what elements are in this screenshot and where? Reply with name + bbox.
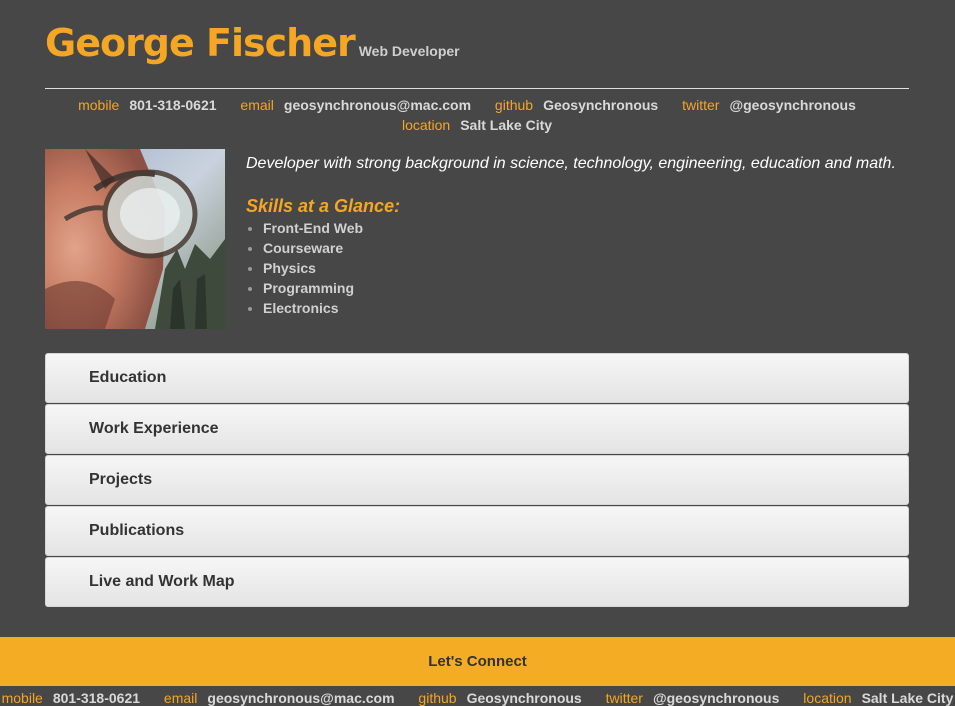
location-label: location bbox=[401, 117, 451, 133]
section-education[interactable]: Education bbox=[45, 353, 909, 403]
email-label: email bbox=[240, 97, 274, 113]
github-label: github bbox=[494, 97, 534, 113]
skill-item-electronics: Electronics bbox=[263, 298, 363, 318]
footer-mobile-value[interactable]: 801-318-0621 bbox=[53, 690, 140, 706]
skill-item-programming: Programming bbox=[263, 278, 363, 298]
skills-list: Front-End Web Courseware Physics Program… bbox=[246, 218, 363, 318]
section-publications[interactable]: Publications bbox=[45, 506, 909, 556]
footer-location-value: Salt Lake City bbox=[861, 690, 954, 706]
section-live-and-work-map[interactable]: Live and Work Map bbox=[45, 557, 909, 607]
profile-photo bbox=[45, 149, 225, 329]
summary-text: Developer with strong background in scie… bbox=[246, 155, 896, 172]
email-link[interactable]: geosynchronous@mac.com bbox=[284, 97, 471, 113]
footer-email-label: email bbox=[163, 690, 198, 706]
footer-contacts: mobile 801-318-0621 email geosynchronous@m… bbox=[0, 688, 955, 706]
skill-item-courseware: Courseware bbox=[263, 238, 363, 258]
lets-connect-bar: Let's Connect bbox=[0, 637, 955, 686]
profile-photo-image bbox=[45, 149, 225, 329]
sections-accordion: Education Work Experience Projects Publi… bbox=[45, 353, 909, 608]
twitter-link[interactable]: @geosynchronous bbox=[729, 97, 855, 113]
section-work-experience[interactable]: Work Experience bbox=[45, 404, 909, 454]
skills-heading: Skills at a Glance: bbox=[246, 196, 401, 216]
resume-page: George Fischer Web Developer mobile 801-31… bbox=[0, 0, 955, 706]
header-divider bbox=[45, 88, 909, 89]
github-link[interactable]: Geosynchronous bbox=[543, 97, 658, 113]
top-contacts-line-1: mobile 801-318-0621 email geosynchronous@m… bbox=[45, 95, 909, 115]
skill-item-physics: Physics bbox=[263, 258, 363, 278]
footer-twitter-link[interactable]: @geosynchronous bbox=[653, 690, 779, 706]
top-contacts: mobile 801-318-0621 email geosynchronous@m… bbox=[45, 95, 909, 135]
footer-email-link[interactable]: geosynchronous@mac.com bbox=[207, 690, 394, 706]
skill-item-front-end-web: Front-End Web bbox=[263, 218, 363, 238]
mobile-value[interactable]: 801-318-0621 bbox=[129, 97, 216, 113]
top-contacts-line-2: location Salt Lake City bbox=[45, 115, 909, 135]
footer-github-link[interactable]: Geosynchronous bbox=[467, 690, 582, 706]
footer-location-label: location bbox=[803, 690, 852, 706]
footer-twitter-label: twitter bbox=[605, 690, 643, 706]
role-subtitle: Web Developer bbox=[358, 43, 460, 59]
header: George Fischer Web Developer bbox=[45, 18, 909, 68]
mobile-label: mobile bbox=[78, 97, 120, 113]
twitter-label: twitter bbox=[682, 97, 720, 113]
footer-github-label: github bbox=[418, 690, 457, 706]
location-value: Salt Lake City bbox=[460, 117, 553, 133]
section-projects[interactable]: Projects bbox=[45, 455, 909, 505]
name-heading: George Fischer bbox=[45, 21, 356, 65]
lets-connect-label: Let's Connect bbox=[428, 653, 527, 670]
footer-mobile-label: mobile bbox=[1, 690, 43, 706]
